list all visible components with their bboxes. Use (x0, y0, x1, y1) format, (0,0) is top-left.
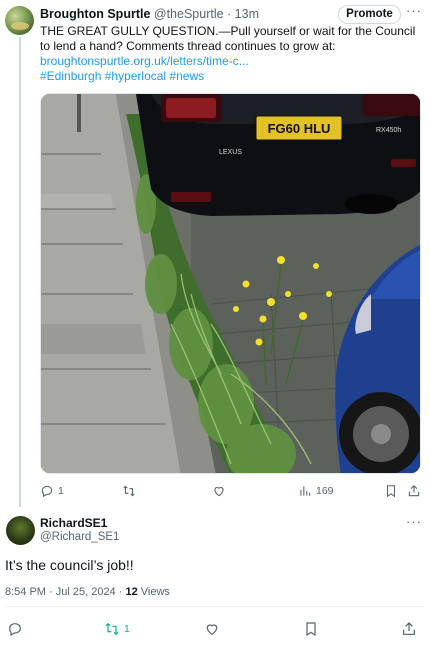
reply-share-action[interactable] (401, 620, 417, 638)
plate-text: FG60 HLU (268, 121, 331, 136)
reply-tweet[interactable]: RichardSE1 @Richard_SE1 ··· It’s the cou… (0, 507, 430, 650)
share-icon (403, 622, 415, 635)
retweet-icon (105, 622, 119, 636)
retweet-icon (123, 485, 135, 497)
tweet-photo[interactable]: FG60 HLU LEXUS RX450h (40, 93, 421, 474)
bookmark-icon (386, 485, 396, 498)
tweet-time[interactable]: · 13m (227, 7, 259, 21)
reply-action[interactable]: 1 (40, 482, 64, 500)
tweet[interactable]: Broughton Spurtle @theSpurtle · 13m Prom… (0, 0, 430, 507)
views-count: 169 (316, 485, 334, 497)
heart-icon (214, 487, 224, 497)
author-name[interactable]: Broughton Spurtle (40, 7, 150, 21)
more-options-icon[interactable]: ··· (406, 3, 422, 18)
heart-icon (206, 624, 218, 636)
reply-icon (41, 485, 53, 498)
reply-avatar[interactable] (6, 516, 35, 545)
bookmark-icon (306, 622, 316, 637)
tweet-header: Broughton Spurtle @theSpurtle · 13m (40, 6, 259, 22)
bookmark-action[interactable] (384, 482, 398, 500)
reply-like-action[interactable] (204, 620, 220, 638)
car-model: RX450h (376, 127, 401, 134)
reply-author-handle[interactable]: @Richard_SE1 (40, 531, 119, 543)
share-icon (408, 485, 420, 497)
reply-bookmark-action[interactable] (303, 620, 319, 638)
thread-line (19, 37, 21, 507)
reply-text: It’s the council’s job!! (5, 557, 134, 573)
reply-author-name[interactable]: RichardSE1 (40, 516, 107, 530)
car-badge: LEXUS (219, 149, 242, 156)
views-icon (300, 486, 311, 496)
reply-reply-action[interactable] (7, 620, 23, 638)
tweet-text: THE GREAT GULLY QUESTION.—Pull yourself … (40, 24, 416, 53)
tweet-actions: 1 169 (40, 482, 425, 500)
reply-retweet-count: 1 (124, 623, 130, 635)
tweet-link[interactable]: broughtonspurtle.org.uk/letters/time-c..… (40, 54, 425, 69)
author-handle[interactable]: @theSpurtle (154, 7, 224, 21)
promote-button[interactable]: Promote (338, 5, 401, 24)
reply-actions: 1 (0, 620, 430, 640)
reply-views-count: 12 (125, 586, 138, 598)
reply-icon (9, 623, 21, 637)
share-action[interactable] (407, 482, 421, 500)
reply-views-label: Views (140, 586, 170, 598)
photo-scene: FG60 HLU LEXUS RX450h (41, 94, 420, 473)
tweet-body: THE GREAT GULLY QUESTION.—Pull yourself … (40, 24, 425, 84)
divider (5, 606, 425, 607)
reply-meta: 8:54 PM · Jul 25, 2024 · 12 Views (5, 586, 170, 598)
like-action[interactable] (212, 482, 226, 500)
reply-timestamp[interactable]: 8:54 PM · Jul 25, 2024 · (5, 586, 122, 598)
views-action[interactable]: 169 (298, 482, 334, 500)
reply-retweet-action[interactable]: 1 (104, 620, 130, 638)
avatar[interactable] (5, 6, 34, 35)
reply-count: 1 (58, 485, 64, 497)
tweet-hashtags[interactable]: #Edinburgh #hyperlocal #news (40, 69, 425, 84)
retweet-action[interactable] (122, 482, 136, 500)
reply-more-options-icon[interactable]: ··· (406, 514, 422, 529)
